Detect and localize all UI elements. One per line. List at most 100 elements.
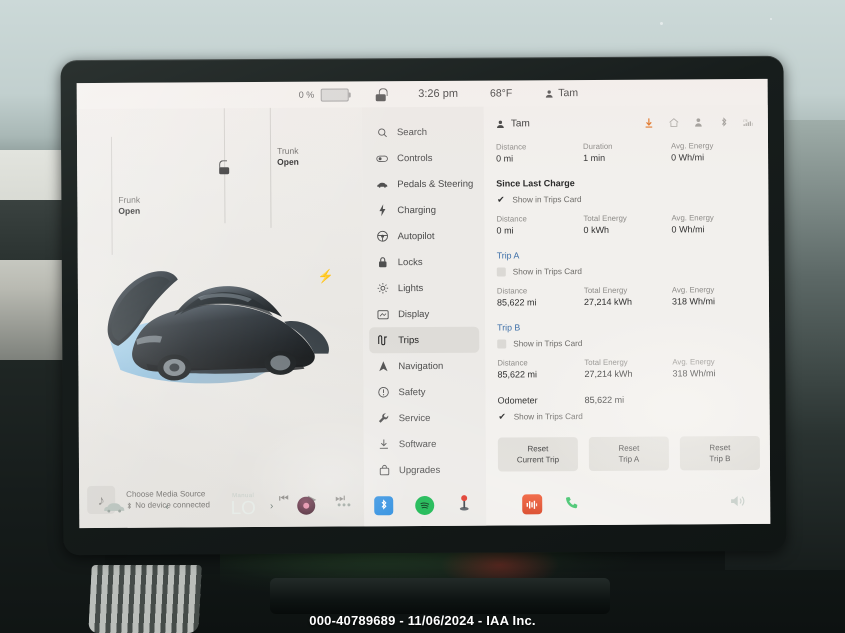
metric-label: Avg. Energy <box>671 141 714 151</box>
climate-control[interactable]: Manual LO <box>230 493 256 519</box>
checkbox-unchecked[interactable] <box>496 267 506 277</box>
trip-a-show-in-card[interactable]: Show in Trips Card <box>496 266 759 277</box>
metric-label: Total Energy <box>584 357 628 368</box>
button-line-2: Trip B <box>709 454 731 464</box>
connectivity-status-icons: LTE <box>643 116 758 128</box>
touchscreen[interactable]: 0 % 3:26 pm 68°F Tam Frunk Open Trunk Op… <box>76 78 771 529</box>
settings-sidebar[interactable]: Search Controls Pedals & Steering Chargi… <box>361 106 487 529</box>
trips-settings-panel[interactable]: Tam LTE Distance 0 mi Duration 1 min Avg… <box>483 104 771 526</box>
current-avg-energy: Avg. Energy 0 Wh/mi <box>671 140 713 164</box>
slc-avg-energy: Avg. Energy 0 Wh/mi <box>671 212 713 236</box>
button-line-1: Reset <box>618 443 640 453</box>
trunk-state-text: Open <box>277 156 299 167</box>
metric-value: 0 Wh/mi <box>671 152 705 163</box>
section-title-trip-a[interactable]: Trip A <box>497 249 759 260</box>
metric-label: Avg. Energy <box>671 285 715 295</box>
trip-b-avg-energy: Avg. Energy 318 Wh/mi <box>672 356 715 380</box>
metric-label: Distance <box>496 214 527 224</box>
spotify-icon[interactable] <box>414 495 434 515</box>
metric-value: 1 min <box>583 152 606 164</box>
trunk-label-text: Trunk <box>277 145 299 156</box>
reset-trip-a-button[interactable]: Reset Trip A <box>588 436 670 471</box>
sidebar-item-controls[interactable]: Controls <box>368 145 478 172</box>
car-icon[interactable] <box>101 501 127 513</box>
trip-a-metrics: Distance 85,622 mi Total Energy 27,214 k… <box>497 284 759 310</box>
checkbox-unchecked[interactable] <box>497 339 507 349</box>
temp-increase-arrow[interactable]: › <box>270 500 273 511</box>
metric-label: Distance <box>496 286 528 296</box>
lock-icon <box>377 256 389 268</box>
reset-current-trip-button[interactable]: Reset Current Trip <box>497 437 579 472</box>
sidebar-item-safety[interactable]: Safety <box>369 379 479 406</box>
sidebar-item-search[interactable]: Search <box>368 119 478 146</box>
sidebar-item-trips[interactable]: Trips <box>369 326 480 354</box>
sidebar-item-lights[interactable]: Lights <box>369 275 479 302</box>
charge-port-bolt-icon[interactable]: ⚡ <box>318 269 334 285</box>
metric-label: Total Energy <box>583 213 627 224</box>
climate-temperature: LO <box>230 498 257 520</box>
metric-value: 27,214 kWh <box>584 368 633 380</box>
checkbox-checked[interactable] <box>498 412 507 421</box>
sidebar-item-pedals-steering[interactable]: Pedals & Steering <box>368 171 478 198</box>
navigation-icon <box>377 360 389 372</box>
bottom-dock[interactable]: ‹ Manual LO › ••• <box>79 482 770 528</box>
sidebar-label: Safety <box>398 386 426 398</box>
sidebar-item-display[interactable]: Display <box>369 301 479 328</box>
temp-decrease-arrow[interactable]: ‹ <box>165 501 168 512</box>
sidebar-label: Service <box>398 412 431 424</box>
sidebar-item-software[interactable]: Software <box>370 431 480 458</box>
metric-label: Avg. Energy <box>671 213 714 223</box>
safety-icon <box>377 386 389 398</box>
bag-icon <box>378 464 390 476</box>
odometer-label: Odometer <box>497 395 538 406</box>
sidebar-item-autopilot[interactable]: Autopilot <box>368 223 478 250</box>
battery-percent: 0 % <box>298 89 315 100</box>
person-icon <box>693 117 704 128</box>
metric-value: 0 mi <box>496 225 514 236</box>
button-line-1: Reset <box>527 444 549 454</box>
sidebar-item-navigation[interactable]: Navigation <box>369 353 479 380</box>
checkbox-label: Show in Trips Card <box>512 195 582 205</box>
bolt-icon <box>376 204 388 217</box>
slc-total-energy: Total Energy 0 kWh <box>583 212 671 237</box>
metric-value: 0 Wh/mi <box>671 224 705 235</box>
driver-profile[interactable]: Tam <box>544 87 578 99</box>
search-icon <box>376 126 388 138</box>
checkbox-checked[interactable] <box>496 195 505 204</box>
auction-watermark: 000-40789689 - 11/06/2024 - IAA Inc. <box>309 613 536 628</box>
metric-value: 0 mi <box>496 153 514 164</box>
sidebar-item-upgrades[interactable]: Upgrades <box>370 457 480 484</box>
sidebar-label: Controls <box>397 152 433 164</box>
sidebar-item-charging[interactable]: Charging <box>368 197 478 224</box>
outside-temperature: 68°F <box>489 87 513 100</box>
trip-b-distance: Distance 85,622 mi <box>497 357 584 382</box>
svg-text:LTE: LTE <box>743 118 748 122</box>
trip-b-show-in-card[interactable]: Show in Trips Card <box>497 338 759 349</box>
download-icon <box>378 438 390 450</box>
car-visualization-panel[interactable]: Frunk Open Trunk Open ⚡ ♪ Choose Media S… <box>76 107 365 529</box>
lock-status-icon[interactable] <box>374 87 388 101</box>
camera-icon[interactable] <box>297 496 316 515</box>
odometer-show-in-card[interactable]: Show in Trips Card <box>498 411 760 422</box>
trips-icon <box>377 334 389 346</box>
reset-trip-b-button[interactable]: Reset Trip B <box>679 435 761 471</box>
trips-driver[interactable]: Tam <box>496 118 530 129</box>
frunk-label-text: Frunk <box>118 194 141 205</box>
phone-icon[interactable] <box>564 495 579 514</box>
joystick-icon[interactable] <box>458 494 470 515</box>
vehicle-render[interactable] <box>101 222 342 398</box>
screen-bezel: 0 % 3:26 pm 68°F Tam Frunk Open Trunk Op… <box>60 55 787 556</box>
sidebar-item-locks[interactable]: Locks <box>369 249 479 276</box>
unlock-icon[interactable] <box>218 160 230 175</box>
bluetooth-icon[interactable] <box>373 495 393 515</box>
volume-icon[interactable] <box>729 494 746 512</box>
more-apps-icon[interactable]: ••• <box>337 499 352 511</box>
sidebar-label: Locks <box>397 256 423 268</box>
section-title-trip-b[interactable]: Trip B <box>497 321 759 332</box>
sidebar-item-service[interactable]: Service <box>370 405 480 432</box>
media-equalizer-icon[interactable] <box>521 494 542 515</box>
dust-speck <box>770 18 772 20</box>
since-last-charge-show-in-card[interactable]: Show in Trips Card <box>496 194 758 205</box>
sidebar-label: Lights <box>397 282 424 294</box>
trips-header-row: Tam LTE <box>496 113 758 133</box>
